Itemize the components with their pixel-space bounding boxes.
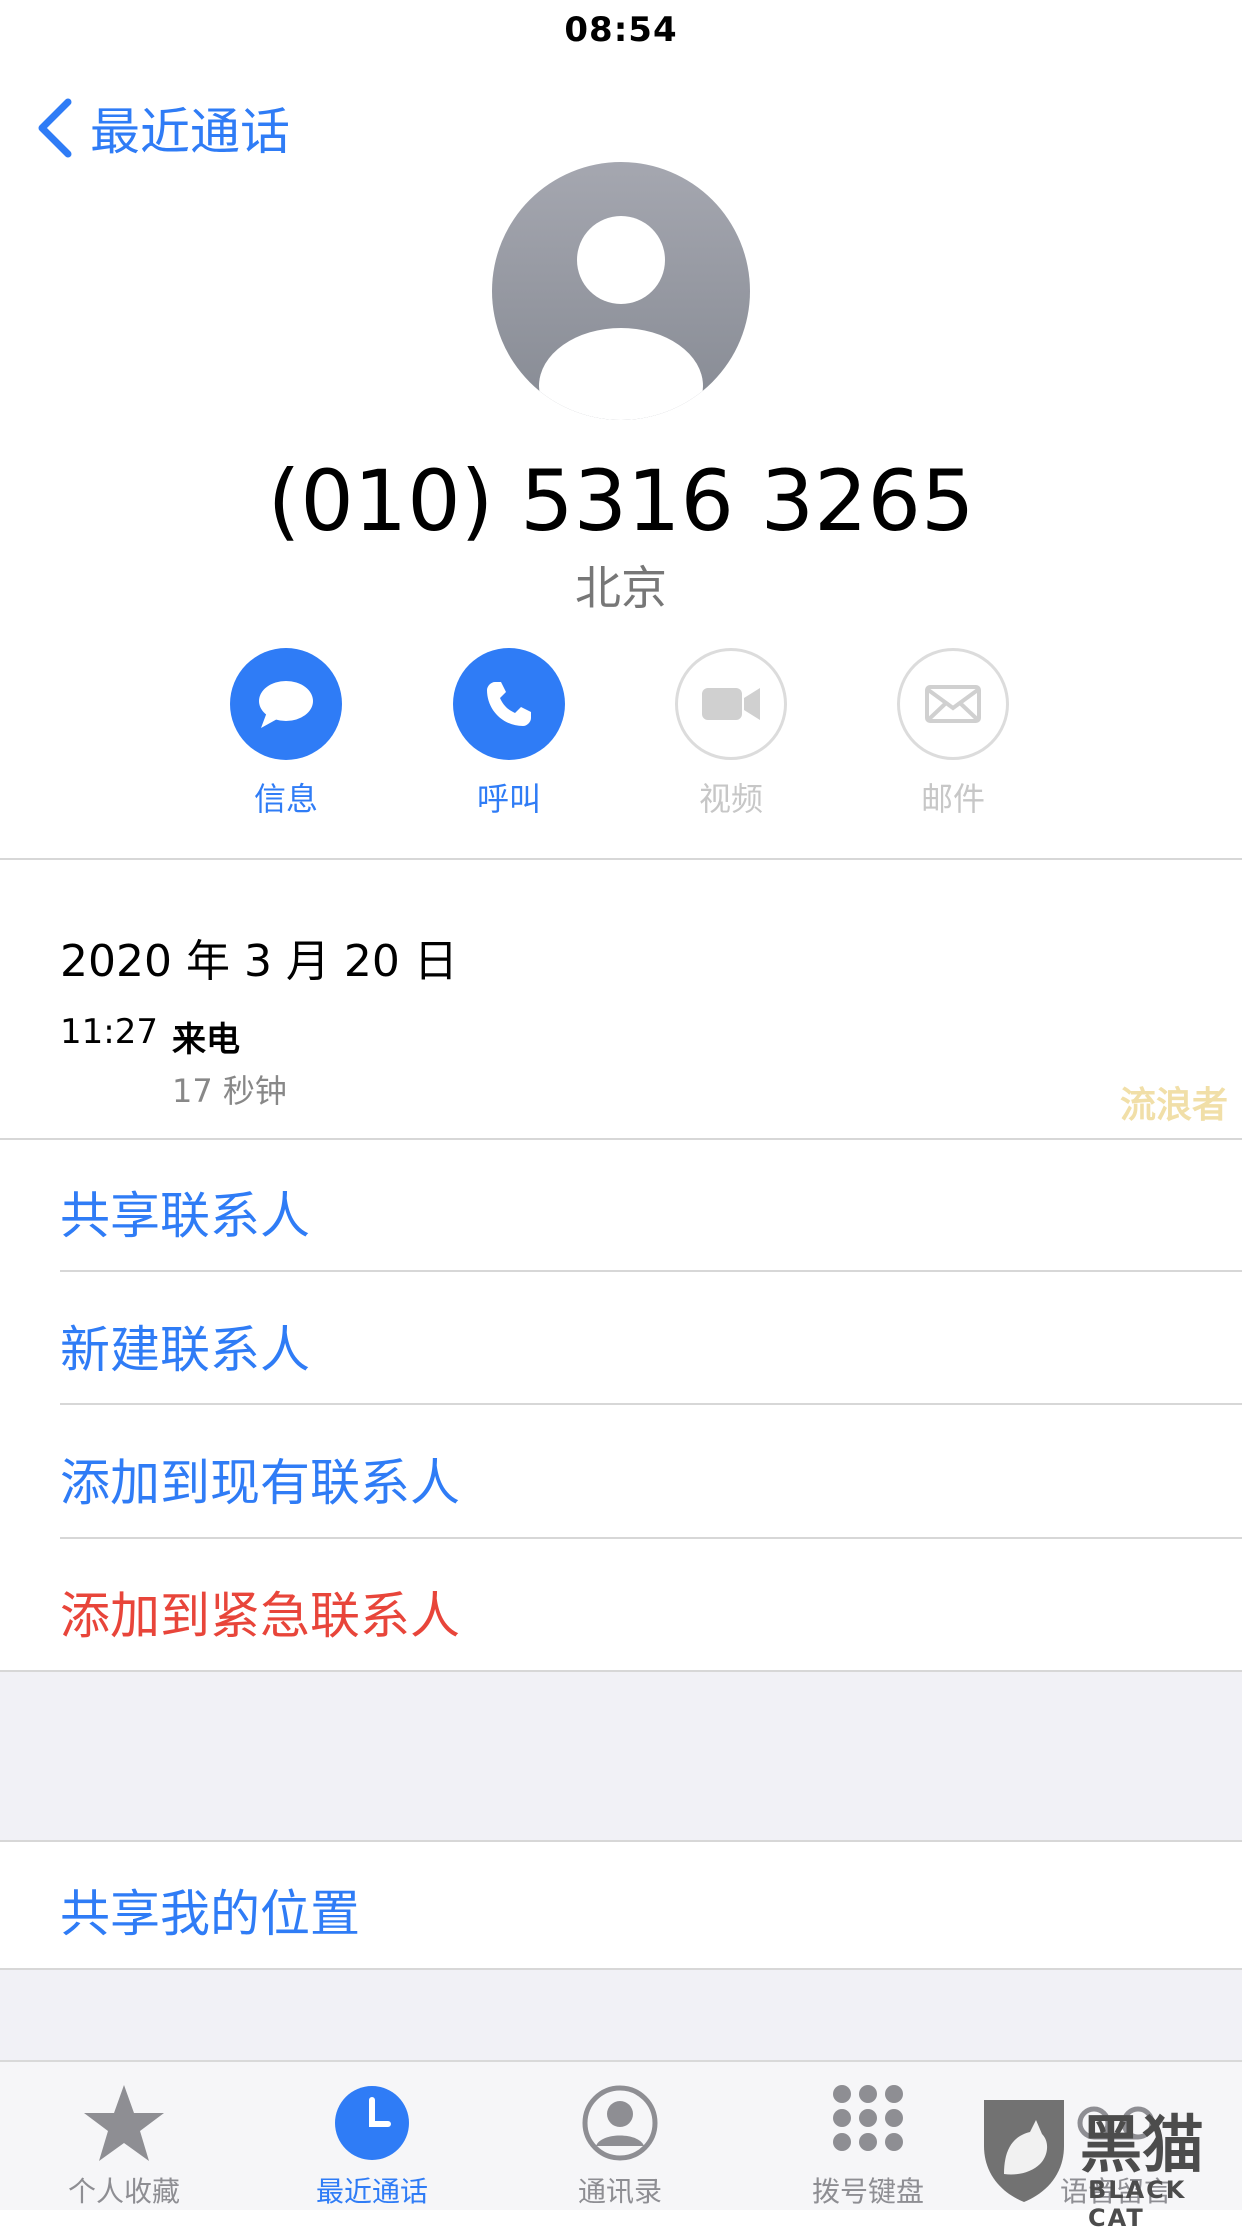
video-label: 视频 xyxy=(698,780,763,818)
cat-shield-icon xyxy=(984,2100,1064,2202)
tab-keypad[interactable]: 拨号键盘 xyxy=(768,2080,968,2210)
section-gap xyxy=(0,1968,1242,2062)
call-circle[interactable] xyxy=(453,648,565,760)
tab-label: 拨号键盘 xyxy=(811,2175,924,2208)
tab-favorites[interactable]: 个人收藏 xyxy=(24,2080,224,2210)
call-duration: 17 秒钟 xyxy=(172,1072,287,1110)
message-circle[interactable] xyxy=(230,648,342,760)
divider xyxy=(60,1537,1242,1539)
chevron-left-icon xyxy=(38,98,72,158)
contacts-icon xyxy=(582,2085,658,2161)
tab-label: 通讯录 xyxy=(577,2175,662,2208)
mail-button[interactable]: 邮件 xyxy=(863,648,1043,820)
back-button[interactable]: 最近通话 xyxy=(34,92,290,164)
divider xyxy=(60,1403,1242,1405)
call-label: 呼叫 xyxy=(476,780,541,818)
location: 北京 xyxy=(575,561,667,615)
avatar xyxy=(492,162,750,420)
mail-icon xyxy=(925,685,981,723)
logo-subtext: BLACK CAT xyxy=(1088,2176,1187,2232)
divider xyxy=(0,858,1242,860)
watermark: 流浪者 xyxy=(1120,1085,1229,1126)
star-icon xyxy=(84,2085,164,2161)
mail-circle[interactable] xyxy=(897,648,1009,760)
tab-recents[interactable]: 最近通话 xyxy=(272,2080,472,2210)
logo-text: 黑猫 xyxy=(1080,2108,1205,2181)
status-time: 08:54 xyxy=(564,10,678,50)
keypad-icon xyxy=(833,2085,903,2151)
mail-label: 邮件 xyxy=(920,780,985,818)
phone-icon xyxy=(487,682,531,726)
call-type: 来电 xyxy=(172,1020,240,1060)
message-button[interactable]: 信息 xyxy=(196,648,376,820)
message-icon xyxy=(259,681,313,728)
divider xyxy=(0,1138,1242,1140)
back-label: 最近通话 xyxy=(90,103,290,161)
share-contact-button[interactable]: 共享联系人 xyxy=(60,1176,310,1248)
tab-contacts[interactable]: 通讯录 xyxy=(520,2080,720,2210)
watermark-logo: 黑猫 BLACK CAT xyxy=(970,2090,1242,2232)
share-location-button[interactable]: 共享我的位置 xyxy=(60,1874,360,1946)
tab-label: 最近通话 xyxy=(315,2175,428,2208)
add-existing-contact-button[interactable]: 添加到现有联系人 xyxy=(60,1443,460,1515)
phone-number: (010) 5316 3265 xyxy=(267,452,975,550)
video-icon xyxy=(702,688,760,720)
message-label: 信息 xyxy=(253,780,318,818)
call-time: 11:27 xyxy=(60,1012,158,1052)
video-circle[interactable] xyxy=(675,648,787,760)
divider xyxy=(60,1270,1242,1272)
tab-label: 个人收藏 xyxy=(67,2175,180,2208)
call-button[interactable]: 呼叫 xyxy=(419,648,599,820)
add-emergency-contact-button[interactable]: 添加到紧急联系人 xyxy=(60,1576,460,1648)
action-buttons: 信息 呼叫 视频 邮件 xyxy=(0,648,1242,818)
video-button[interactable]: 视频 xyxy=(641,648,821,820)
new-contact-button[interactable]: 新建联系人 xyxy=(60,1310,310,1382)
section-gap xyxy=(0,1670,1242,1842)
clock-icon xyxy=(335,2086,409,2160)
person-icon xyxy=(539,216,703,420)
call-date: 2020 年 3 月 20 日 xyxy=(60,936,458,987)
status-bar: 08:54 xyxy=(0,0,1242,60)
